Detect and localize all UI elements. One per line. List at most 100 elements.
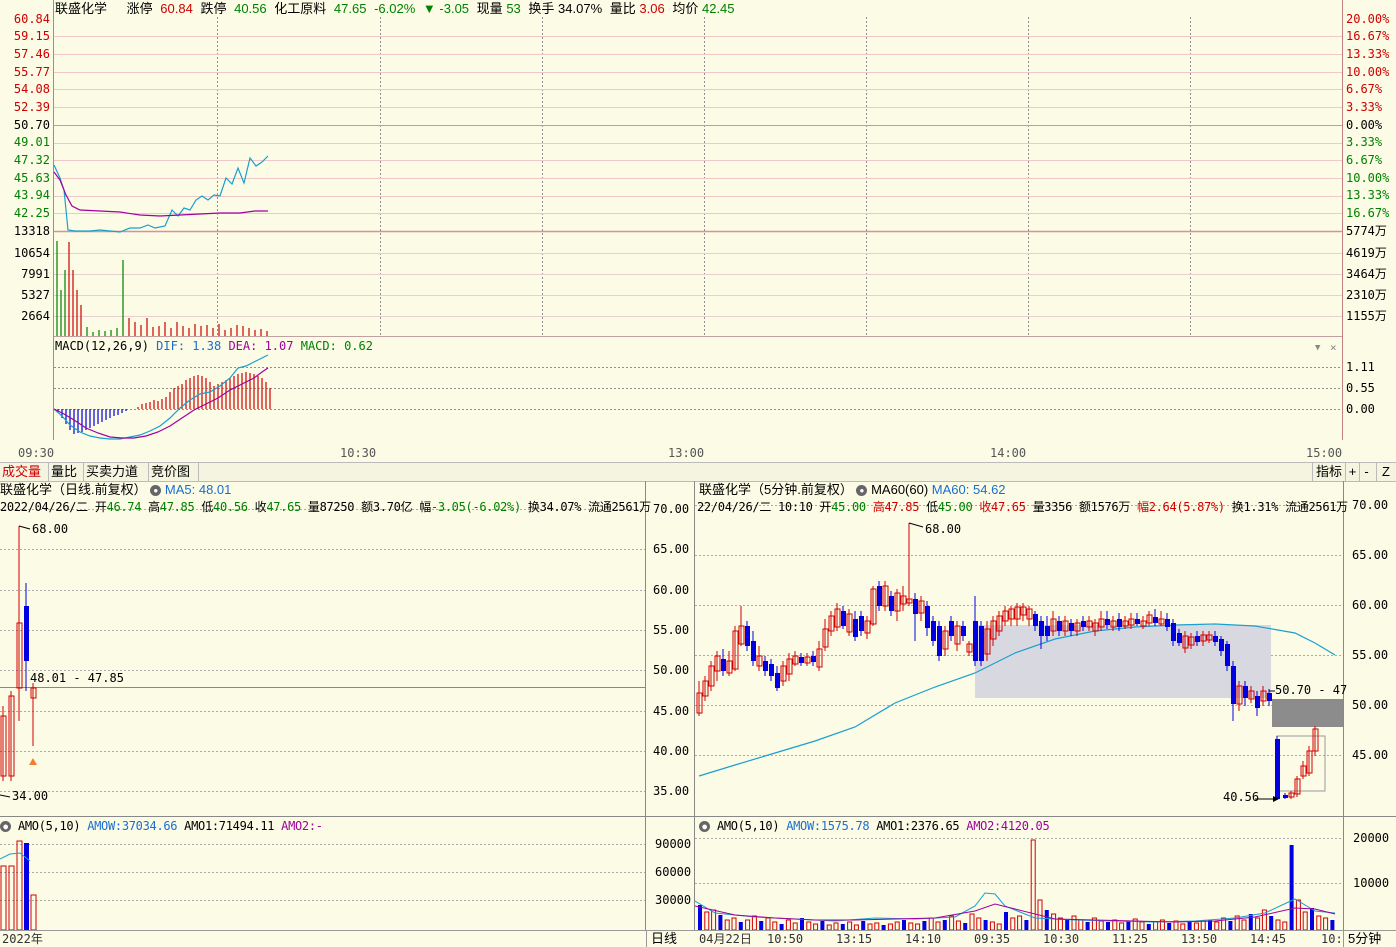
tab-volume[interactable]: 成交量 (0, 463, 49, 481)
five-min-range-label: 50.70 - 47 (1275, 683, 1348, 697)
amo-bar (738, 922, 743, 930)
pct-tick: 16.67% (1346, 29, 1390, 43)
five-min-x-tick: 10:50 (767, 932, 804, 946)
amow-value: 37034.66 (121, 819, 178, 833)
turn-label: 换 (527, 500, 540, 514)
dea-value: 1.07 (264, 339, 294, 353)
daily-max-label: 68.00 (32, 522, 69, 536)
macd-tick: 0.55 (1346, 381, 1375, 395)
amo-bar (759, 921, 764, 930)
five-min-x-tick: 10:30 (1043, 932, 1080, 946)
high-value: 47.85 (884, 500, 920, 514)
zoom-in-button[interactable]: + (1345, 463, 1359, 481)
amo-bar (772, 921, 778, 930)
amo-bar (894, 921, 900, 930)
daily-price-tick: 60.00 (653, 583, 690, 597)
amo-settings-icon[interactable]: ● (0, 821, 11, 832)
amo-bar (935, 921, 941, 930)
amo-bar (1282, 921, 1288, 930)
price-tick: 57.46 (13, 47, 50, 61)
amo-bar (874, 922, 880, 930)
ma60-label: MA60: (931, 482, 970, 497)
close-label: 收 (254, 500, 267, 514)
price-tick: 55.77 (13, 65, 50, 79)
pct-tick: 3.33% (1346, 135, 1383, 149)
amo-bar (724, 919, 730, 930)
daily-amo-tick: 90000 (655, 837, 692, 851)
daily-amo-tick: 60000 (655, 865, 692, 879)
amo-bar (989, 921, 995, 930)
amo-bar (1269, 916, 1274, 930)
amo-bar (1017, 915, 1023, 930)
tab-buy-sell-power[interactable]: 买卖力道 (84, 463, 149, 481)
amo-settings-icon[interactable]: ● (699, 821, 710, 832)
five-min-kline-chart[interactable] (695, 481, 1396, 930)
five-min-x-tick: 11:25 (1112, 932, 1149, 946)
daily-price-tick: 55.00 (653, 623, 690, 637)
pct-tick: 10.00% (1346, 171, 1390, 185)
amo-bar (1024, 920, 1029, 930)
float-value: 2561万 (611, 500, 651, 514)
amo-bar (1248, 914, 1253, 930)
amo-label: AMO(5,10) (17, 819, 81, 833)
daily-min-label: 34.00 (12, 789, 49, 803)
amo-bar (698, 905, 702, 930)
amo-bar (1098, 920, 1104, 930)
intraday-panel: 联盛化学 涨停 60.84 跌停 40.56 化工原料 47.65 -6.02%… (0, 0, 1396, 462)
daily-date: 2022/04/26/二 (0, 500, 88, 514)
volume-tick: 7991 (21, 267, 50, 281)
zoom-out-button[interactable]: - (1359, 463, 1373, 481)
pct-tick: 6.67% (1346, 82, 1383, 96)
five-min-amo-tick: 10000 (1353, 876, 1390, 890)
tab-auction-chart[interactable]: 竞价图 (149, 463, 199, 481)
five-min-amo-header: ● AMO(5,10) AMOW:1575.78 AMO1:2376.65 AM… (699, 818, 1050, 834)
amo-bar (1065, 920, 1070, 930)
pct-tick: 13.33% (1346, 47, 1390, 61)
open-label: 开 (819, 500, 832, 514)
time-tick: 15:00 (1306, 446, 1343, 460)
price-tick: 50.70 (13, 118, 50, 132)
daily-price-tick: 40.00 (653, 744, 690, 758)
amo-bar (1310, 908, 1314, 930)
time-tick: 10:30 (340, 446, 377, 460)
vol-value: 3356 (1044, 500, 1072, 514)
macd-tick: 1.11 (1346, 360, 1375, 374)
settings-dot-icon[interactable]: ● (150, 485, 162, 497)
amo2-label: AMO2: (966, 819, 1001, 833)
amo-bar (1275, 919, 1281, 930)
amow-value: 1575.78 (820, 819, 870, 833)
amo-bar (969, 913, 975, 930)
amo-bar (1051, 913, 1057, 930)
volume-tick-right: 4619万 (1346, 246, 1387, 260)
amo-bar (765, 917, 771, 930)
amo-bar (1241, 919, 1247, 930)
amo-bar (1295, 899, 1301, 930)
amo-bar (1106, 922, 1110, 930)
float-value: 2561万 (1308, 500, 1348, 514)
indicator-button[interactable]: 指标 (1312, 463, 1345, 481)
five-min-max-label: 68.00 (925, 522, 962, 536)
tab-volume-ratio[interactable]: 量比 (49, 463, 84, 481)
amo-bar (908, 922, 914, 930)
amp-value: 2.64(5.87%) (1148, 500, 1225, 514)
amt-label: 额 (1078, 500, 1091, 514)
amo-bar (902, 920, 906, 930)
amo-bar (833, 922, 839, 930)
amo-bar (983, 920, 988, 930)
bottom-time-axis: 2022年 日线 04月22日 10:50 13:15 14:10 09:35 … (0, 930, 1396, 947)
amo-bar (949, 915, 955, 930)
float-label: 流通 (588, 500, 612, 514)
price-tick: 54.08 (13, 82, 50, 96)
five-min-price-tick: 50.00 (1352, 698, 1389, 712)
amo-bar (1004, 912, 1008, 930)
volume-tick: 2664 (21, 309, 50, 323)
period-5min-button[interactable]: 5分钟 (1343, 931, 1396, 947)
amo-bar (1071, 915, 1077, 930)
daily-kline-chart[interactable] (0, 481, 694, 930)
daily-amo-header: ● AMO(5,10) AMOW:37034.66 AMO1:71494.11 … (0, 818, 323, 834)
amo-bar (1193, 922, 1199, 930)
period-daily-button[interactable]: 日线 (646, 931, 695, 947)
z-button[interactable]: Z (1376, 463, 1395, 481)
amo-bar (955, 920, 961, 930)
settings-dot-icon[interactable]: ● (856, 485, 868, 497)
